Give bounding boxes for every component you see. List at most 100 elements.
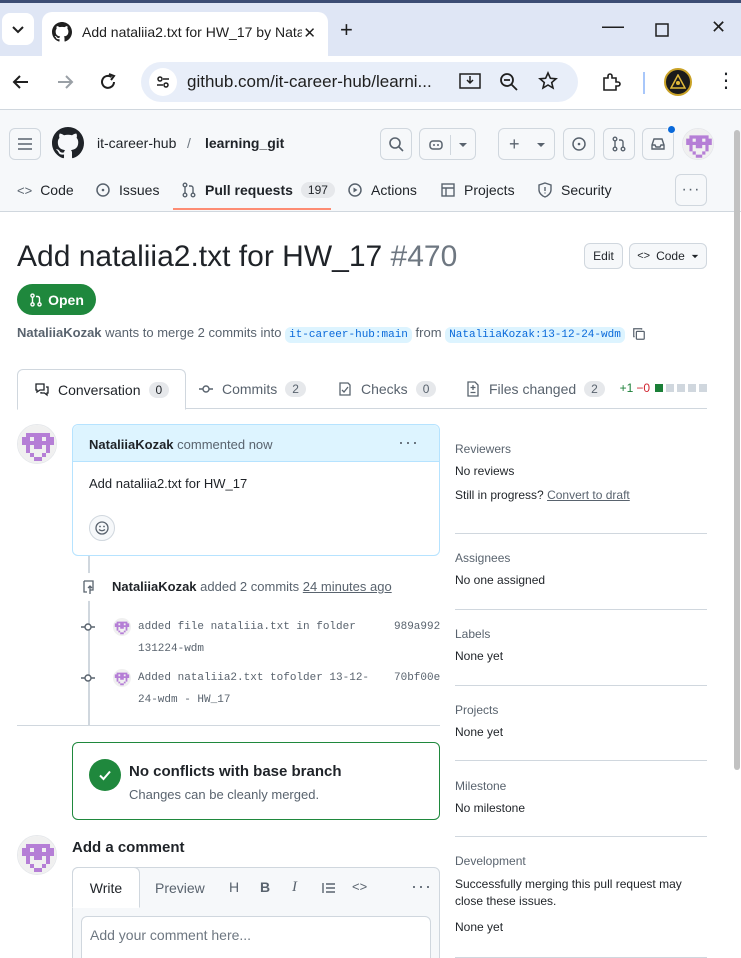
quote-icon[interactable]: [321, 880, 337, 896]
comment-author-avatar[interactable]: [17, 424, 57, 464]
search-button[interactable]: [380, 128, 412, 160]
commit-author-avatar[interactable]: [113, 618, 131, 636]
merge-text-from: from: [415, 325, 442, 340]
browser-tab[interactable]: Add nataliia2.txt for HW_17 by Nataliia …: [42, 12, 328, 59]
install-app-icon[interactable]: [459, 72, 481, 92]
tab-preview[interactable]: Preview: [155, 868, 205, 908]
commits-event-time[interactable]: 24 minutes ago: [303, 579, 392, 594]
browser-menu-icon[interactable]: ⋮: [716, 68, 736, 93]
commit-sha[interactable]: 70bf00e: [394, 672, 440, 684]
current-user-avatar[interactable]: [17, 835, 57, 875]
user-avatar[interactable]: [682, 128, 714, 160]
profile-avatar[interactable]: [664, 68, 692, 96]
minimize-icon[interactable]: —: [602, 13, 624, 39]
sidebar-reviewers: Reviewers No reviews Still in progress? …: [455, 442, 707, 502]
address-bar[interactable]: github.com/it-career-hub/learni...: [141, 62, 578, 102]
repo-name-link[interactable]: learning_git: [205, 135, 284, 151]
commit-message-continued[interactable]: 131224-wdm: [138, 643, 204, 655]
edit-button[interactable]: Edit: [584, 243, 623, 269]
diffstat-block: [655, 384, 663, 392]
kebab-horizontal-icon[interactable]: ···: [411, 876, 432, 897]
merge-status-box: No conflicts with base branch Changes ca…: [72, 742, 440, 820]
convert-to-draft-link[interactable]: Convert to draft: [547, 488, 630, 502]
more-tabs-button[interactable]: ···: [675, 174, 707, 206]
close-window-icon[interactable]: ✕: [711, 17, 726, 38]
page-scrollbar[interactable]: [734, 130, 740, 770]
tab-actions[interactable]: Actions: [347, 182, 417, 198]
active-tab-underline: [173, 208, 331, 210]
tab-projects[interactable]: Projects: [440, 182, 515, 198]
merge-status-subtitle: Changes can be cleanly merged.: [129, 787, 320, 802]
repo-owner-link[interactable]: it-career-hub: [97, 135, 176, 151]
extensions-icon[interactable]: [600, 71, 622, 93]
maximize-icon[interactable]: [655, 23, 669, 37]
assignees-heading[interactable]: Assignees: [455, 551, 707, 565]
commits-counter: 2: [285, 381, 306, 397]
milestone-value: No milestone: [455, 801, 526, 815]
back-icon[interactable]: [10, 71, 32, 93]
forward-icon[interactable]: [54, 71, 76, 93]
github-logo-icon[interactable]: [52, 127, 84, 159]
status-label: Open: [48, 291, 84, 308]
reload-icon[interactable]: [97, 71, 119, 93]
development-heading[interactable]: Development: [455, 854, 707, 868]
add-reaction-button[interactable]: [89, 515, 115, 541]
add-comment-heading: Add a comment: [72, 839, 185, 856]
base-branch-label[interactable]: it-career-hub:main: [285, 327, 412, 343]
tab-checks[interactable]: Checks 0: [337, 369, 437, 409]
tab-commits[interactable]: Commits 2: [198, 369, 306, 409]
projects-heading[interactable]: Projects: [455, 703, 707, 717]
url-text: github.com/it-career-hub/learni...: [187, 72, 432, 91]
site-info-icon[interactable]: [149, 68, 177, 96]
tab-pull-requests[interactable]: Pull requests 197: [181, 182, 335, 198]
zoom-icon[interactable]: [499, 72, 519, 92]
pull-requests-button[interactable]: [603, 128, 635, 160]
copy-icon[interactable]: [632, 327, 646, 341]
code-dropdown-button[interactable]: <> Code: [629, 243, 707, 269]
bookmark-star-icon[interactable]: [538, 71, 558, 91]
copilot-button[interactable]: [419, 128, 476, 160]
pr-author-link[interactable]: NataliiaKozak: [17, 325, 102, 340]
tab-write[interactable]: Write: [72, 867, 140, 908]
close-tab-icon[interactable]: ✕: [303, 24, 316, 42]
hamburger-menu-button[interactable]: [9, 128, 41, 160]
bold-icon[interactable]: B: [260, 879, 270, 895]
merge-status-title: No conflicts with base branch: [129, 763, 342, 780]
head-branch-label[interactable]: NataliiaKozak:13-12-24-wdm: [445, 327, 625, 343]
browser-tab-title: Add nataliia2.txt for HW_17 by Nataliia: [82, 24, 302, 40]
issues-button[interactable]: [563, 128, 595, 160]
create-new-button[interactable]: +: [498, 128, 555, 160]
sidebar-divider: [455, 760, 707, 761]
italic-icon[interactable]: I: [292, 879, 297, 896]
diffstat-block: [699, 384, 707, 392]
commit-message-continued[interactable]: 24-wdm - HW_17: [138, 694, 230, 706]
check-circle-icon: [89, 759, 121, 791]
commit-message[interactable]: Added nataliia2.txt tofolder 13-12-: [138, 672, 369, 684]
files-counter: 2: [584, 381, 605, 397]
labels-heading[interactable]: Labels: [455, 627, 707, 641]
reviewers-heading[interactable]: Reviewers: [455, 442, 707, 456]
diffstat: +1 −0: [620, 381, 707, 395]
tab-issues[interactable]: Issues: [95, 182, 159, 198]
commit-author-avatar[interactable]: [113, 669, 131, 687]
sidebar-divider: [455, 836, 707, 837]
new-tab-icon[interactable]: +: [340, 17, 353, 43]
code-icon[interactable]: <>: [352, 879, 367, 894]
chevron-down-icon: [12, 26, 24, 34]
milestone-heading[interactable]: Milestone: [455, 779, 707, 793]
tab-conversation[interactable]: Conversation 0: [17, 369, 187, 410]
commit-sha[interactable]: 989a992: [394, 621, 440, 633]
checks-counter: 0: [415, 381, 437, 397]
kebab-horizontal-icon[interactable]: ···: [398, 432, 419, 453]
tab-search-button[interactable]: [2, 13, 34, 45]
git-commit-icon: [199, 385, 213, 393]
tab-code[interactable]: <> Code: [17, 182, 74, 198]
heading-icon[interactable]: H: [229, 879, 239, 895]
comment-textarea[interactable]: Add your comment here...: [81, 916, 431, 958]
commits-author-link[interactable]: NataliiaKozak: [112, 579, 197, 594]
comment-author-link[interactable]: NataliiaKozak: [89, 437, 174, 452]
page-title: Add nataliia2.txt for HW_17 #470: [17, 240, 457, 274]
tab-security[interactable]: Security: [537, 182, 612, 198]
commit-message[interactable]: added file nataliia.txt in folder: [138, 621, 356, 633]
tab-files-changed[interactable]: Files changed 2: [465, 369, 605, 409]
